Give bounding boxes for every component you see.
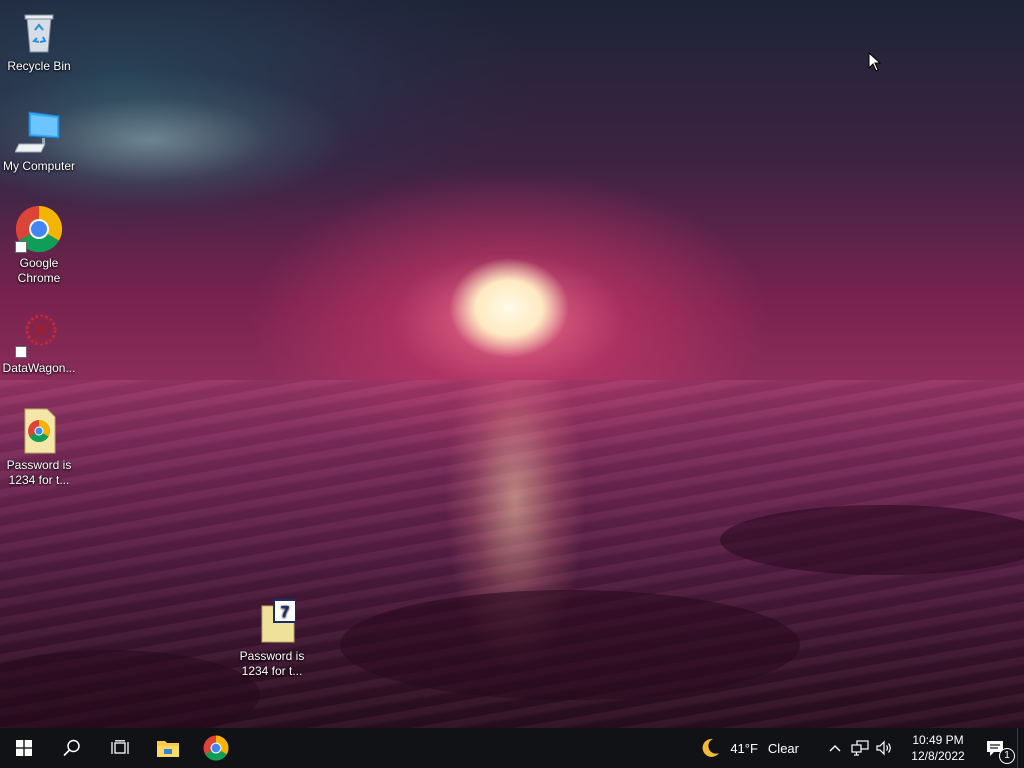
network-icon [851, 740, 869, 756]
desktop-icon-label: Password is 1234 for t... [239, 649, 305, 678]
chrome-icon [15, 205, 63, 253]
task-view-button[interactable] [96, 728, 144, 768]
svg-text:7: 7 [281, 604, 290, 621]
folder-icon [157, 741, 179, 757]
desktop-icon-label: My Computer [2, 159, 76, 173]
taskbar: 41°F Clear 10:49 PM 12/8/2022 1 [0, 728, 1024, 768]
shortcut-arrow-icon [15, 241, 27, 253]
search-button[interactable] [48, 728, 96, 768]
taskbar-chrome[interactable] [192, 728, 240, 768]
computer-monitor-icon [14, 108, 63, 156]
search-icon [63, 739, 80, 757]
desktop-icon-label: Google Chrome [17, 256, 61, 285]
recycle-bin-icon [15, 8, 63, 56]
desktop-icon-google-chrome[interactable]: Google Chrome [1, 205, 77, 286]
shortcut-arrow-icon [15, 346, 27, 358]
chrome-document-icon [15, 407, 63, 455]
desktop-icon-label: DataWagon... [2, 361, 76, 375]
desktop-icon-datawagon[interactable]: DataWagon... [1, 310, 77, 376]
mouse-cursor-icon [868, 52, 882, 72]
windows-logo-icon [16, 740, 32, 756]
show-desktop-button[interactable] [1017, 728, 1024, 768]
taskbar-file-explorer[interactable] [144, 728, 192, 768]
start-button[interactable] [0, 728, 48, 768]
desktop-icon-my-computer[interactable]: My Computer [1, 108, 77, 174]
clock-date: 12/8/2022 [911, 749, 965, 763]
wave-shadow [340, 590, 800, 700]
volume-icon [876, 740, 891, 756]
action-center-button[interactable]: 1 [973, 728, 1017, 768]
desktop-icon-recycle-bin[interactable]: Recycle Bin [1, 8, 77, 74]
clock-time: 10:49 PM [912, 733, 964, 747]
moon-icon [702, 738, 720, 757]
show-hidden-icons-button[interactable] [821, 728, 849, 768]
datawagon-icon [15, 310, 63, 358]
task-view-icon [111, 740, 129, 754]
chevron-up-icon [829, 745, 841, 752]
desktop-icon-password-file[interactable]: Password is 1234 for t... [1, 407, 77, 488]
desktop-icon-label: Recycle Bin [7, 59, 71, 73]
weather-widget[interactable]: 41°F Clear [693, 728, 807, 768]
weather-temperature: 41°F [730, 740, 758, 756]
system-tray: 41°F Clear 10:49 PM 12/8/2022 1 [693, 728, 1024, 768]
clock[interactable]: 10:49 PM 12/8/2022 [903, 728, 973, 768]
chrome-icon [203, 735, 229, 761]
desktop-icon-label: Password is 1234 for t... [6, 458, 72, 487]
7zip-archive-icon: 7 [248, 598, 297, 646]
network-button[interactable] [849, 728, 871, 768]
desktop-background: Recycle Bin My Computer Google Chrome Da… [0, 0, 1024, 728]
notification-badge: 1 [999, 748, 1015, 764]
weather-condition: Clear [767, 740, 799, 756]
volume-button[interactable] [871, 728, 897, 768]
desktop-icon-password-archive[interactable]: 7 Password is 1234 for t... [234, 598, 310, 679]
